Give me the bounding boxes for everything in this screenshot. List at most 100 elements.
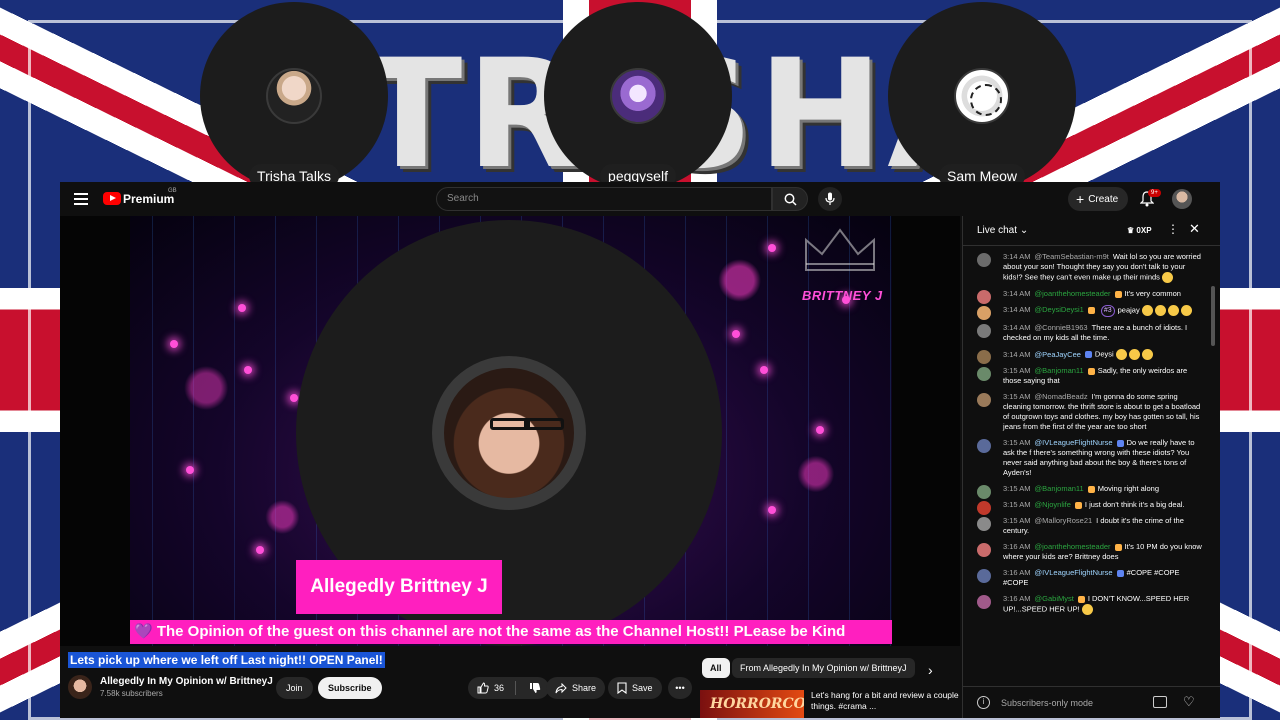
chat-message[interactable]: 3:15 AM @Banjoman11 Sadly, the only weirdo…	[963, 364, 1209, 390]
chat-timestamp: 3:15 AM	[1003, 366, 1031, 376]
chevron-down-icon: ⌄	[1019, 225, 1029, 236]
rank-badge: #3	[1100, 305, 1115, 318]
search-input[interactable]: Search	[436, 187, 772, 211]
thumbs-up-icon[interactable]	[477, 682, 489, 694]
chat-message[interactable]: 3:15 AM @NomadBeadz I'm gonna do some spri…	[963, 390, 1209, 436]
microphone-icon	[825, 192, 835, 205]
chat-message[interactable]: 3:15 AM @Njoynlife I just don't think it's…	[963, 498, 1209, 516]
live-chat-panel: Live chat ⌄ ♛ 0XP ⋮ ✕ 3:14 AM @TeamSebast…	[962, 216, 1220, 718]
account-avatar[interactable]	[1172, 189, 1192, 209]
chat-user-avatar[interactable]	[977, 517, 991, 532]
chat-username[interactable]: @joanthehomesteader	[1035, 289, 1111, 298]
more-actions-button[interactable]: •••	[668, 677, 692, 699]
chat-username[interactable]: @PeaJayCee	[1035, 350, 1081, 359]
sparkle-dot	[760, 366, 768, 374]
chat-username[interactable]: @DeysiDeysi1	[1035, 305, 1084, 314]
info-icon[interactable]: i	[977, 696, 990, 709]
hamburger-menu-icon[interactable]	[74, 193, 88, 205]
heart-icon[interactable]: ♡	[1183, 694, 1195, 710]
chat-username[interactable]: @GabiMyst	[1035, 594, 1074, 603]
chat-user-avatar[interactable]	[977, 485, 991, 500]
chat-user-avatar[interactable]	[977, 306, 991, 320]
chat-message[interactable]: 3:14 AM @PeaJayCee Deysi	[963, 347, 1209, 365]
search-icon	[784, 193, 797, 206]
chat-username[interactable]: @IVLeagueFlightNurse	[1035, 568, 1113, 577]
channel-name[interactable]: Allegedly In My Opinion w/ BrittneyJ	[100, 676, 273, 687]
chat-username[interactable]: @NomadBeadz	[1035, 392, 1088, 401]
chat-username[interactable]: @Banjoman11	[1035, 366, 1084, 375]
chat-user-avatar[interactable]	[977, 501, 991, 516]
chat-scrollbar[interactable]	[1211, 286, 1215, 346]
sparkle-dot	[290, 394, 298, 402]
chat-message-text: Moving right along	[1097, 484, 1159, 494]
laughing-emoji-icon	[1128, 349, 1140, 361]
close-icon[interactable]: ✕	[1189, 222, 1200, 235]
chat-message[interactable]: 3:15 AM @IVLeagueFlightNurse Do we really …	[963, 436, 1209, 482]
like-dislike-group: 36	[468, 677, 550, 699]
chat-username[interactable]: @TeamSebastian-m9t	[1035, 252, 1109, 261]
recommendation-thumbnail[interactable]: HORRORCOW	[700, 690, 804, 718]
notification-count-badge: 9+	[1148, 189, 1161, 197]
chat-user-avatar[interactable]	[977, 595, 991, 610]
chat-user-avatar[interactable]	[977, 367, 991, 382]
chat-user-avatar[interactable]	[977, 439, 991, 454]
chat-user-avatar[interactable]	[977, 393, 991, 408]
laughing-emoji-icon	[1115, 349, 1127, 361]
chat-message[interactable]: 3:15 AM @Banjoman11 Moving right along	[963, 482, 1209, 500]
subscribe-button[interactable]: Subscribe	[318, 677, 382, 699]
save-button[interactable]: Save	[608, 677, 662, 699]
chip-all[interactable]: All	[702, 658, 730, 678]
super-chat-icon[interactable]	[1153, 696, 1167, 708]
chat-user-avatar[interactable]	[977, 543, 991, 558]
chat-user-avatar[interactable]	[977, 350, 991, 365]
create-button[interactable]: + Create	[1068, 187, 1129, 211]
chat-message[interactable]: 3:16 AM @joanthehomesteader It's 10 PM do …	[963, 540, 1209, 566]
chat-message[interactable]: 3:16 AM @IVLeagueFlightNurse #COPE #COPE #…	[963, 566, 1209, 592]
participant-tile-trisha[interactable]: Trisha Talks	[200, 2, 388, 190]
recommendation-title[interactable]: Let's hang for a bit and review a couple…	[811, 690, 961, 712]
chat-username[interactable]: @IVLeagueFlightNurse	[1035, 438, 1113, 447]
share-button[interactable]: Share	[546, 677, 606, 699]
laughing-emoji-icon	[1141, 305, 1153, 316]
chat-username[interactable]: @MalloryRose21	[1035, 516, 1093, 525]
chat-username[interactable]: @Njoynlife	[1035, 500, 1071, 509]
chat-message[interactable]: 3:14 AM @DeysiDeysi1 #3 peajay	[963, 303, 1209, 321]
voice-search-button[interactable]	[818, 187, 842, 211]
chat-user-avatar[interactable]	[977, 253, 991, 267]
brand-label[interactable]: Premium	[123, 192, 174, 206]
chat-message-text: I just don't think it's a big deal.	[1084, 500, 1185, 510]
channel-avatar[interactable]	[68, 675, 92, 699]
chat-message[interactable]: 3:14 AM @TeamSebastian-m9t Wait lol so you…	[963, 250, 1209, 287]
youtube-logo-icon[interactable]	[103, 192, 121, 205]
chat-user-avatar[interactable]	[977, 569, 991, 584]
plus-icon: +	[1076, 191, 1085, 207]
chat-user-avatar[interactable]	[977, 290, 991, 304]
chat-username[interactable]: @ConnieB1963	[1035, 323, 1088, 332]
participant-tile-sam-meow[interactable]: Sam Meow	[888, 2, 1076, 190]
chat-message-list[interactable]: 3:14 AM @TeamSebastian-m9t Wait lol so you…	[963, 250, 1209, 686]
chat-message[interactable]: 3:16 AM @GabiMyst I DON'T KNOW...SPEED HER…	[963, 592, 1209, 619]
chat-message[interactable]: 3:14 AM @ConnieB1963 There are a bunch of …	[963, 321, 1209, 347]
like-count[interactable]: 36	[494, 683, 504, 693]
chip-from-channel[interactable]: From Allegedly In My Opinion w/ Brittney…	[732, 658, 915, 678]
participant-tile-peggyself[interactable]: peggyself	[544, 2, 732, 190]
join-button[interactable]: Join	[276, 677, 313, 699]
save-label: Save	[632, 683, 653, 693]
chat-user-avatar[interactable]	[977, 324, 991, 339]
member-badge-icon	[1116, 570, 1124, 577]
xp-badge[interactable]: ♛ 0XP	[1123, 224, 1156, 238]
chat-timestamp: 3:14 AM	[1003, 349, 1031, 359]
video-player[interactable]: BRITTNEY J Allegedly Brittney J 💜 The Op…	[60, 216, 960, 646]
dislike-button[interactable]	[521, 682, 549, 694]
chat-username[interactable]: @joanthehomesteader	[1035, 542, 1111, 551]
more-vertical-icon[interactable]: ⋮	[1167, 223, 1179, 235]
chevron-right-icon[interactable]: ›	[928, 662, 933, 678]
chat-message[interactable]: 3:14 AM @joanthehomesteader It's very comm…	[963, 287, 1209, 304]
member-badge-icon	[1114, 544, 1122, 551]
search-button[interactable]	[772, 187, 808, 211]
chat-mode-dropdown[interactable]: Live chat ⌄	[977, 225, 1028, 236]
chat-message[interactable]: 3:15 AM @MalloryRose21 I doubt it's the cr…	[963, 514, 1209, 540]
chat-username[interactable]: @Banjoman11	[1035, 484, 1084, 493]
chat-title-label: Live chat	[977, 225, 1018, 236]
chat-message-text: peajay	[1117, 305, 1140, 315]
